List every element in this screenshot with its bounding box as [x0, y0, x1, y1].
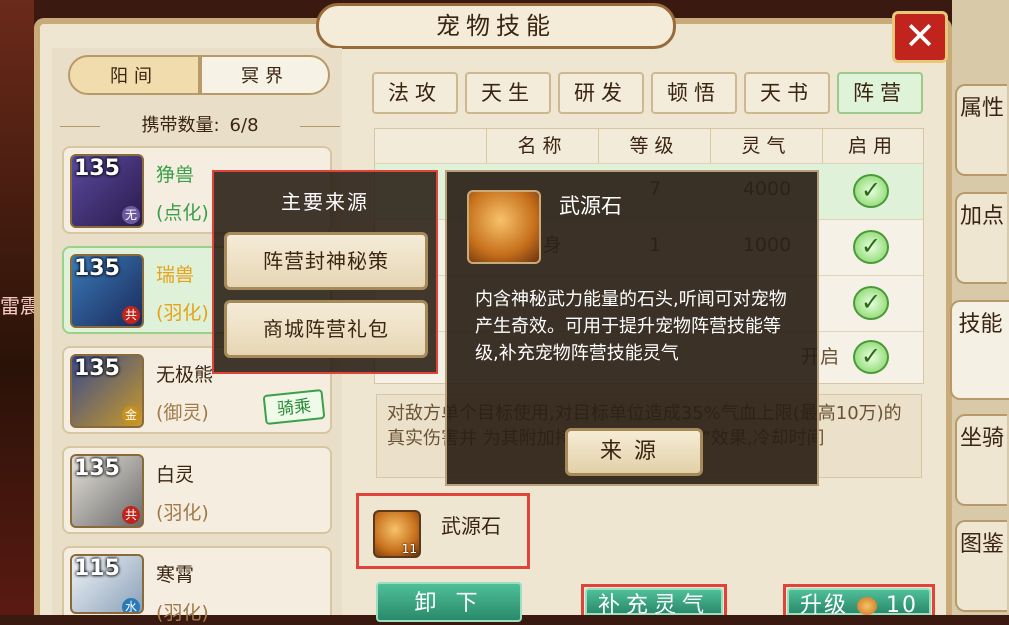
pet-name: 寒霄 — [156, 564, 195, 586]
tab-yangjian[interactable]: 阳间 — [68, 55, 200, 95]
pet-item[interactable]: 115 水 寒霄 (羽化) — [62, 546, 332, 624]
pet-avatar: 135 金 — [70, 354, 144, 428]
tab-tiansheng[interactable]: 天生 — [465, 72, 551, 114]
item-name: 武源石 — [559, 194, 622, 218]
side-tab-points[interactable]: 加点 — [955, 192, 1007, 284]
tab-dunwu[interactable]: 顿悟 — [651, 72, 737, 114]
source-popup: 主要来源 阵营封神秘策 商城阵营礼包 — [212, 170, 438, 374]
upgrade-cost: 10 — [886, 593, 918, 618]
material-count: 11 — [401, 542, 417, 556]
pet-item[interactable]: 135 共 白灵 (羽化) — [62, 446, 332, 534]
pet-level: 135 — [74, 456, 120, 481]
header-qi: 灵气 — [711, 129, 823, 163]
pet-type: (羽化) — [156, 602, 209, 624]
pet-type: (御灵) — [156, 402, 209, 424]
side-tab-skills[interactable]: 技能 — [950, 300, 1009, 400]
pet-avatar: 115 水 — [70, 554, 144, 614]
pet-level: 135 — [74, 156, 120, 181]
side-tab-attributes[interactable]: 属性 — [955, 84, 1007, 176]
pet-badge: 共 — [122, 306, 140, 324]
enabled-check-icon[interactable]: ✓ — [853, 286, 889, 320]
side-tab-codex[interactable]: 图鉴 — [955, 520, 1007, 612]
side-tab-mount[interactable]: 坐骑 — [955, 414, 1007, 506]
tab-yanfa[interactable]: 研发 — [558, 72, 644, 114]
pet-type: (羽化) — [156, 302, 209, 324]
tab-tianshu[interactable]: 天书 — [744, 72, 830, 114]
pet-name: 白灵 — [156, 464, 195, 486]
upgrade-label: 升级 — [799, 593, 848, 618]
page-title: 宠物技能 — [316, 3, 676, 49]
wuyuanshi-icon — [857, 597, 877, 615]
item-description: 内含神秘武力能量的石头,听闻可对宠物产生奇效。可用于提升宠物阵营技能等级,补充宠… — [475, 289, 787, 364]
pet-level: 115 — [74, 556, 120, 581]
source-option-2[interactable]: 商城阵营礼包 — [224, 300, 428, 358]
pet-avatar: 135 共 — [70, 254, 144, 328]
pet-name: 瑞兽 — [156, 264, 195, 286]
pet-level: 135 — [74, 356, 120, 381]
source-popup-title: 主要来源 — [281, 190, 369, 214]
header-name: 名称 — [487, 129, 599, 163]
wuyuanshi-icon — [467, 190, 541, 264]
pet-avatar: 135 无 — [70, 154, 144, 228]
pet-name: 无极熊 — [156, 364, 214, 386]
pet-level: 135 — [74, 256, 120, 281]
carry-count: 携带数量: 6/8 — [60, 113, 340, 139]
pet-badge: 水 — [122, 598, 140, 612]
wuyuanshi-icon: 11 — [373, 510, 421, 558]
upgrade-button[interactable]: 升级 10 — [787, 588, 931, 618]
header-level: 等级 — [599, 129, 711, 163]
enabled-check-icon[interactable]: ✓ — [853, 340, 889, 374]
tab-mingjie[interactable]: 冥界 — [200, 55, 330, 95]
pet-badge: 金 — [122, 406, 140, 424]
pet-badge: 共 — [122, 506, 140, 524]
tab-zhenying[interactable]: 阵营 — [837, 72, 923, 114]
replenish-qi-button[interactable]: 补充灵气 — [585, 588, 723, 618]
header-enable: 启用 — [823, 129, 923, 163]
close-icon: ✕ — [904, 14, 936, 58]
carry-label: 携带数量: — [141, 115, 220, 136]
source-button[interactable]: 来源 — [565, 428, 703, 476]
tab-fagong[interactable]: 法攻 — [372, 72, 458, 114]
source-option-1[interactable]: 阵营封神秘策 — [224, 232, 428, 290]
item-tooltip: 武源石 内含神秘武力能量的石头,听闻可对宠物产生奇效。可用于提升宠物阵营技能等级… — [445, 170, 819, 486]
carry-value: 6/8 — [229, 115, 259, 136]
pet-type: (点化) — [156, 202, 209, 224]
ride-badge: 骑乘 — [262, 388, 326, 426]
pet-type: (羽化) — [156, 502, 209, 524]
header-blank — [375, 129, 487, 163]
pet-avatar: 135 共 — [70, 454, 144, 528]
unload-button[interactable]: 卸 下 — [376, 582, 522, 622]
material-slot[interactable]: 11 武源石 — [356, 493, 530, 569]
material-name: 武源石 — [441, 514, 501, 538]
pet-badge: 无 — [122, 206, 140, 224]
enabled-check-icon[interactable]: ✓ — [853, 174, 889, 208]
close-button[interactable]: ✕ — [892, 11, 948, 63]
enabled-check-icon[interactable]: ✓ — [853, 230, 889, 264]
pet-name: 狰兽 — [156, 164, 195, 186]
